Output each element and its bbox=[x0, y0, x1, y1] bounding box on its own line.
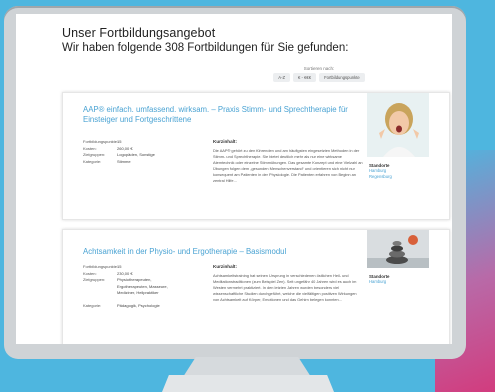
sort-option-price[interactable]: € - €€€ bbox=[293, 73, 317, 82]
sort-option-alpha[interactable]: A-Z bbox=[273, 73, 291, 82]
woman-shouting-image bbox=[367, 93, 429, 157]
sort-option-points[interactable]: Fortbildungspunkte bbox=[319, 73, 365, 82]
course-image[interactable] bbox=[367, 230, 429, 268]
course-summary: Kurzinhalt: Die AAP® gehört zu den führe… bbox=[213, 139, 363, 184]
summary-heading: Kurzinhalt: bbox=[213, 139, 237, 144]
monitor-screen: Unser Fortbildungsangebot Wir haben folg… bbox=[16, 14, 452, 344]
course-meta: Fortbildungspunkte: 15 Kosten: 230,00 € … bbox=[83, 264, 177, 309]
meta-row: Kategorie: Pädagogik, Psychologie bbox=[83, 303, 177, 310]
summary-text: Achtsamkeitstraining hat seinen Ursprung… bbox=[213, 273, 357, 302]
meta-row: Kategorie: Stimme bbox=[83, 159, 177, 166]
course-locations: Standorte Hamburg bbox=[369, 274, 390, 285]
meta-value: Pädagogik, Psychologie bbox=[117, 302, 160, 308]
sort-label: Sortieren nach: bbox=[303, 66, 335, 71]
meta-key: Kategorie: bbox=[83, 302, 102, 308]
page-title: Unser Fortbildungsangebot bbox=[62, 26, 216, 40]
location-link[interactable]: Hamburg bbox=[369, 279, 390, 285]
location-link[interactable]: Regensburg bbox=[369, 174, 392, 180]
summary-heading: Kurzinhalt: bbox=[213, 264, 237, 269]
page-subtitle: Wir haben folgende 308 Fortbildungen für… bbox=[62, 42, 349, 54]
course-locations: Standorte Hamburg Regensburg bbox=[369, 163, 392, 180]
monitor-stand-neck bbox=[183, 357, 311, 377]
course-card[interactable]: AAP® einfach. umfassend. wirksam. – Prax… bbox=[62, 92, 450, 220]
meta-key: Kategorie: bbox=[83, 158, 102, 164]
meta-value: Stimme bbox=[117, 158, 131, 164]
meta-value: Physiotherapeuten, Ergotherapeuten, Mass… bbox=[117, 277, 168, 295]
stacked-stones-image bbox=[367, 230, 429, 268]
course-summary: Kurzinhalt: Achtsamkeitstraining hat sei… bbox=[213, 264, 363, 303]
sort-controls: Sortieren nach: A-Z € - €€€ Fortbildungs… bbox=[254, 66, 384, 82]
meta-row: Zielgruppen: Physiotherapeuten, Ergother… bbox=[83, 277, 177, 297]
summary-text: Die AAP® gehört zu den führenden und am … bbox=[213, 148, 363, 183]
course-title[interactable]: AAP® einfach. umfassend. wirksam. – Prax… bbox=[83, 105, 353, 125]
course-title[interactable]: Achtsamkeit in der Physio- und Ergothera… bbox=[83, 247, 353, 257]
meta-key: Zielgruppen: bbox=[83, 277, 106, 282]
course-meta: Fortbildungspunkte: 15 Kosten: 260,00 € … bbox=[83, 139, 177, 165]
sort-options: A-Z € - €€€ Fortbildungspunkte bbox=[254, 73, 384, 82]
course-card[interactable]: Achtsamkeit in der Physio- und Ergothera… bbox=[62, 229, 450, 344]
course-image[interactable] bbox=[367, 93, 429, 157]
monitor-stand-base bbox=[162, 375, 334, 392]
